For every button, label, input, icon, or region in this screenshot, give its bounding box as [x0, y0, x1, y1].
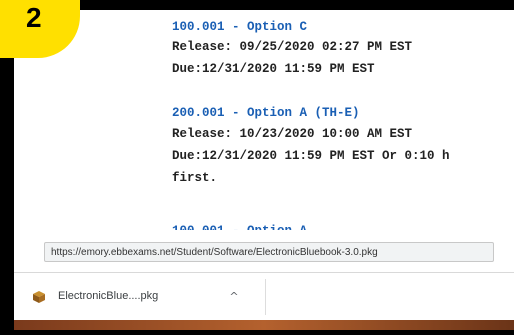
assignment-link-option-a-the[interactable]: 200.001 - Option A (TH-E)	[172, 104, 360, 122]
download-shelf: ElectronicBlue....pkg ^	[14, 272, 514, 321]
due-date-option-c: Due:12/31/2020 11:59 PM EST	[172, 62, 375, 76]
assignment-link-option-a[interactable]: 100.001 - Option A	[172, 222, 307, 230]
step-number: 2	[26, 2, 42, 33]
release-date-option-a-the: Release: 10/23/2020 10:00 AM EST	[172, 127, 413, 141]
download-file-name: ElectronicBlue....pkg	[58, 290, 159, 302]
assignment-listing: 100.001 - Option C Release: 09/25/2020 0…	[14, 10, 514, 235]
release-date-option-c: Release: 09/25/2020 02:27 PM EST	[172, 40, 413, 54]
assignment-link-option-c[interactable]: 100.001 - Option C	[172, 18, 307, 36]
package-icon	[33, 291, 45, 303]
link-url-status: https://emory.ebbexams.net/Student/Softw…	[44, 242, 494, 262]
download-item[interactable]: ElectronicBlue....pkg ^	[20, 279, 266, 315]
due-date-option-a-the: Due:12/31/2020 11:59 PM EST Or 0:10 h	[172, 149, 450, 163]
due-date-continuation: first.	[172, 171, 218, 185]
browser-viewport: 100.001 - Option C Release: 09/25/2020 0…	[14, 10, 514, 330]
desktop-background-strip	[14, 320, 514, 330]
chevron-up-icon[interactable]: ^	[226, 289, 242, 305]
